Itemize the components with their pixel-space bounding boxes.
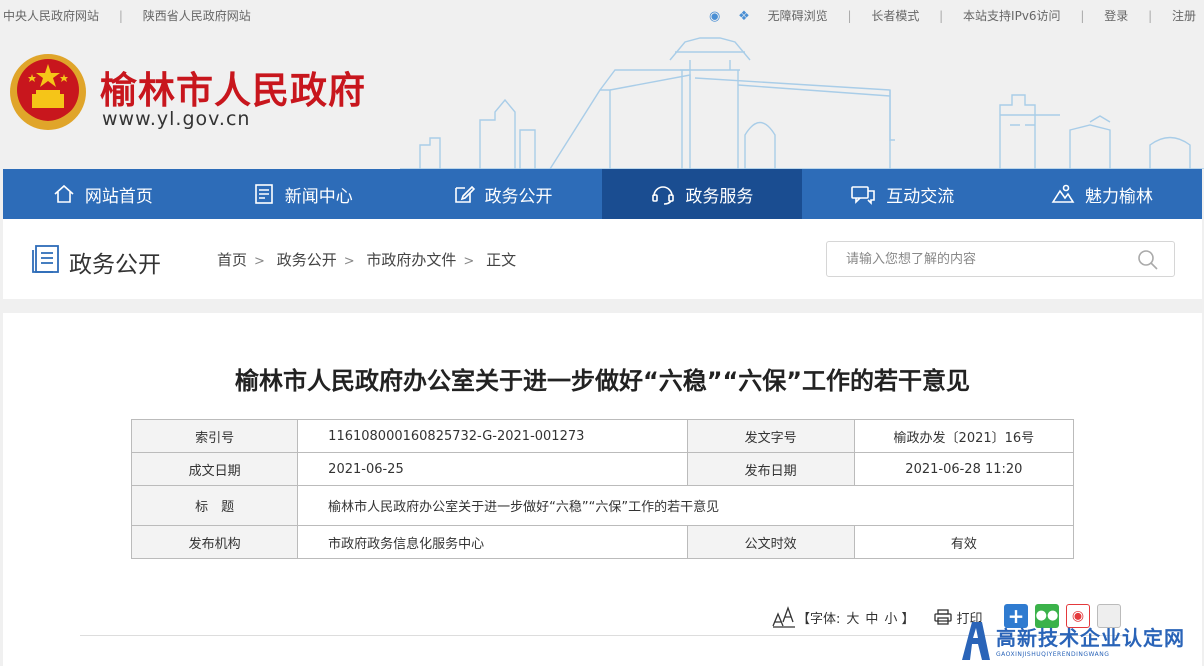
watermark-logo: 高新技术企业认定网 GAOXINJISHUQIYERENDINGWANG [958, 618, 1185, 662]
watermark-subtitle: GAOXINJISHUQIYERENDINGWANG [996, 651, 1110, 658]
link-elder-mode[interactable]: 长者模式 [871, 7, 919, 24]
link-ipv6[interactable]: 本站支持IPv6访问 [963, 7, 1061, 24]
nav-news[interactable]: 新闻中心 [203, 169, 403, 219]
meta-value: 有效 [853, 525, 1075, 559]
city-wall-illustration [400, 37, 1204, 169]
nav-gov-affairs[interactable]: 政务公开 [403, 169, 603, 219]
watermark-title: 高新技术企业认定网 [996, 626, 1185, 650]
section-title: 政务公开 [69, 252, 161, 278]
nav-interaction[interactable]: 互动交流 [802, 169, 1002, 219]
article-tools: 【字体: 大 中 小 】 打印 [771, 606, 982, 628]
meta-label: 发布日期 [686, 452, 855, 486]
nav-label: 魅力榆林 [1085, 186, 1154, 207]
table-row: 成文日期 2021-06-25 发布日期 2021-06-28 11:20 [130, 452, 1075, 486]
nav-home[interactable]: 网站首页 [3, 169, 203, 219]
site-url: www.yl.gov.cn [102, 108, 251, 130]
meta-label: 公文时效 [686, 525, 855, 559]
news-icon [254, 184, 273, 204]
site-title[interactable]: 榆林市人民政府 [100, 60, 366, 114]
font-large-button[interactable]: 大 [846, 608, 859, 627]
link-accessible[interactable]: 无障碍浏览 [768, 7, 828, 24]
meta-label: 发文字号 [686, 419, 855, 453]
document-list-icon [32, 245, 59, 273]
mountain-icon [1051, 184, 1075, 203]
national-emblem-icon [10, 54, 86, 130]
table-row: 索引号 116108000160825732-G-2021-001273 发文字… [130, 419, 1075, 453]
font-label-close: 】 [901, 611, 915, 627]
font-size-icon [772, 606, 795, 628]
font-medium-button[interactable]: 中 [865, 608, 878, 627]
top-utility-bar: 中央人民政府网站 | 陕西省人民政府网站 ◉ ❖ 无障碍浏览 | 长者模式 | … [3, 7, 1196, 24]
chat-icon [851, 186, 876, 205]
article-title: 榆林市人民政府办公室关于进一步做好“六稳”“六保”工作的若干意见 [234, 367, 971, 395]
search-box [826, 241, 1175, 277]
article-panel: 榆林市人民政府办公室关于进一步做好“六稳”“六保”工作的若干意见 索引号 116… [3, 313, 1202, 666]
edit-icon [454, 185, 475, 203]
nav-label: 政务公开 [484, 186, 553, 207]
table-row: 标 题 榆林市人民政府办公室关于进一步做好“六稳”“六保”工作的若干意见 [130, 485, 1074, 526]
breadcrumb-city-docs[interactable]: 市政府办文件 [366, 251, 456, 269]
breadcrumb-gov-affairs[interactable]: 政务公开 [277, 251, 337, 269]
breadcrumb-bar: 政务公开 首页 > 政务公开 > 市政府办文件 > 正文 [3, 219, 1202, 299]
gaoxin-logo-icon [962, 622, 990, 660]
home-icon [54, 184, 74, 203]
wechat-icon[interactable]: ❖ [738, 9, 750, 24]
main-nav: 网站首页 新闻中心 政务公开 政务服务 互动交流 魅力榆林 [3, 169, 1202, 219]
meta-label: 成文日期 [130, 452, 299, 486]
link-register[interactable]: 注册 [1172, 7, 1196, 24]
nav-charm-yulin[interactable]: 魅力榆林 [1002, 169, 1202, 219]
meta-value: 市政府政务信息化服务中心 [297, 525, 688, 559]
meta-value: 榆政办发〔2021〕16号 [853, 419, 1075, 453]
link-central-gov[interactable]: 中央人民政府网站 [3, 7, 99, 24]
headset-icon [652, 186, 675, 205]
nav-label: 新闻中心 [284, 186, 353, 207]
nav-gov-services[interactable]: 政务服务 [602, 169, 803, 219]
printer-icon [934, 609, 953, 625]
meta-value: 2021-06-28 11:20 [853, 452, 1075, 486]
nav-label: 网站首页 [84, 186, 153, 207]
link-shaanxi-gov[interactable]: 陕西省人民政府网站 [143, 7, 251, 24]
search-icon[interactable] [1136, 248, 1160, 272]
meta-value: 榆林市人民政府办公室关于进一步做好“六稳”“六保”工作的若干意见 [297, 485, 1074, 526]
table-row: 发布机构 市政府政务信息化服务中心 公文时效 有效 [130, 525, 1075, 559]
nav-label: 政务服务 [685, 186, 754, 207]
meta-label: 标 题 [130, 485, 299, 526]
link-login[interactable]: 登录 [1104, 7, 1128, 24]
search-input[interactable] [827, 242, 1127, 276]
breadcrumb-current: 正文 [486, 251, 517, 269]
font-small-button[interactable]: 小 [884, 608, 897, 627]
document-meta-table: 索引号 116108000160825732-G-2021-001273 发文字… [130, 419, 1075, 559]
meta-label: 索引号 [130, 419, 299, 453]
font-label: 【字体: [797, 611, 841, 627]
breadcrumb: 首页 > 政务公开 > 市政府办文件 > 正文 [217, 251, 517, 269]
meta-value: 2021-06-25 [297, 452, 688, 486]
meta-label: 发布机构 [130, 525, 299, 559]
site-header: 榆林市人民政府 www.yl.gov.cn [0, 30, 1204, 169]
nav-label: 互动交流 [886, 186, 955, 207]
weibo-icon[interactable]: ◉ [709, 9, 720, 24]
breadcrumb-home[interactable]: 首页 [217, 251, 247, 269]
meta-value: 116108000160825732-G-2021-001273 [297, 419, 688, 453]
